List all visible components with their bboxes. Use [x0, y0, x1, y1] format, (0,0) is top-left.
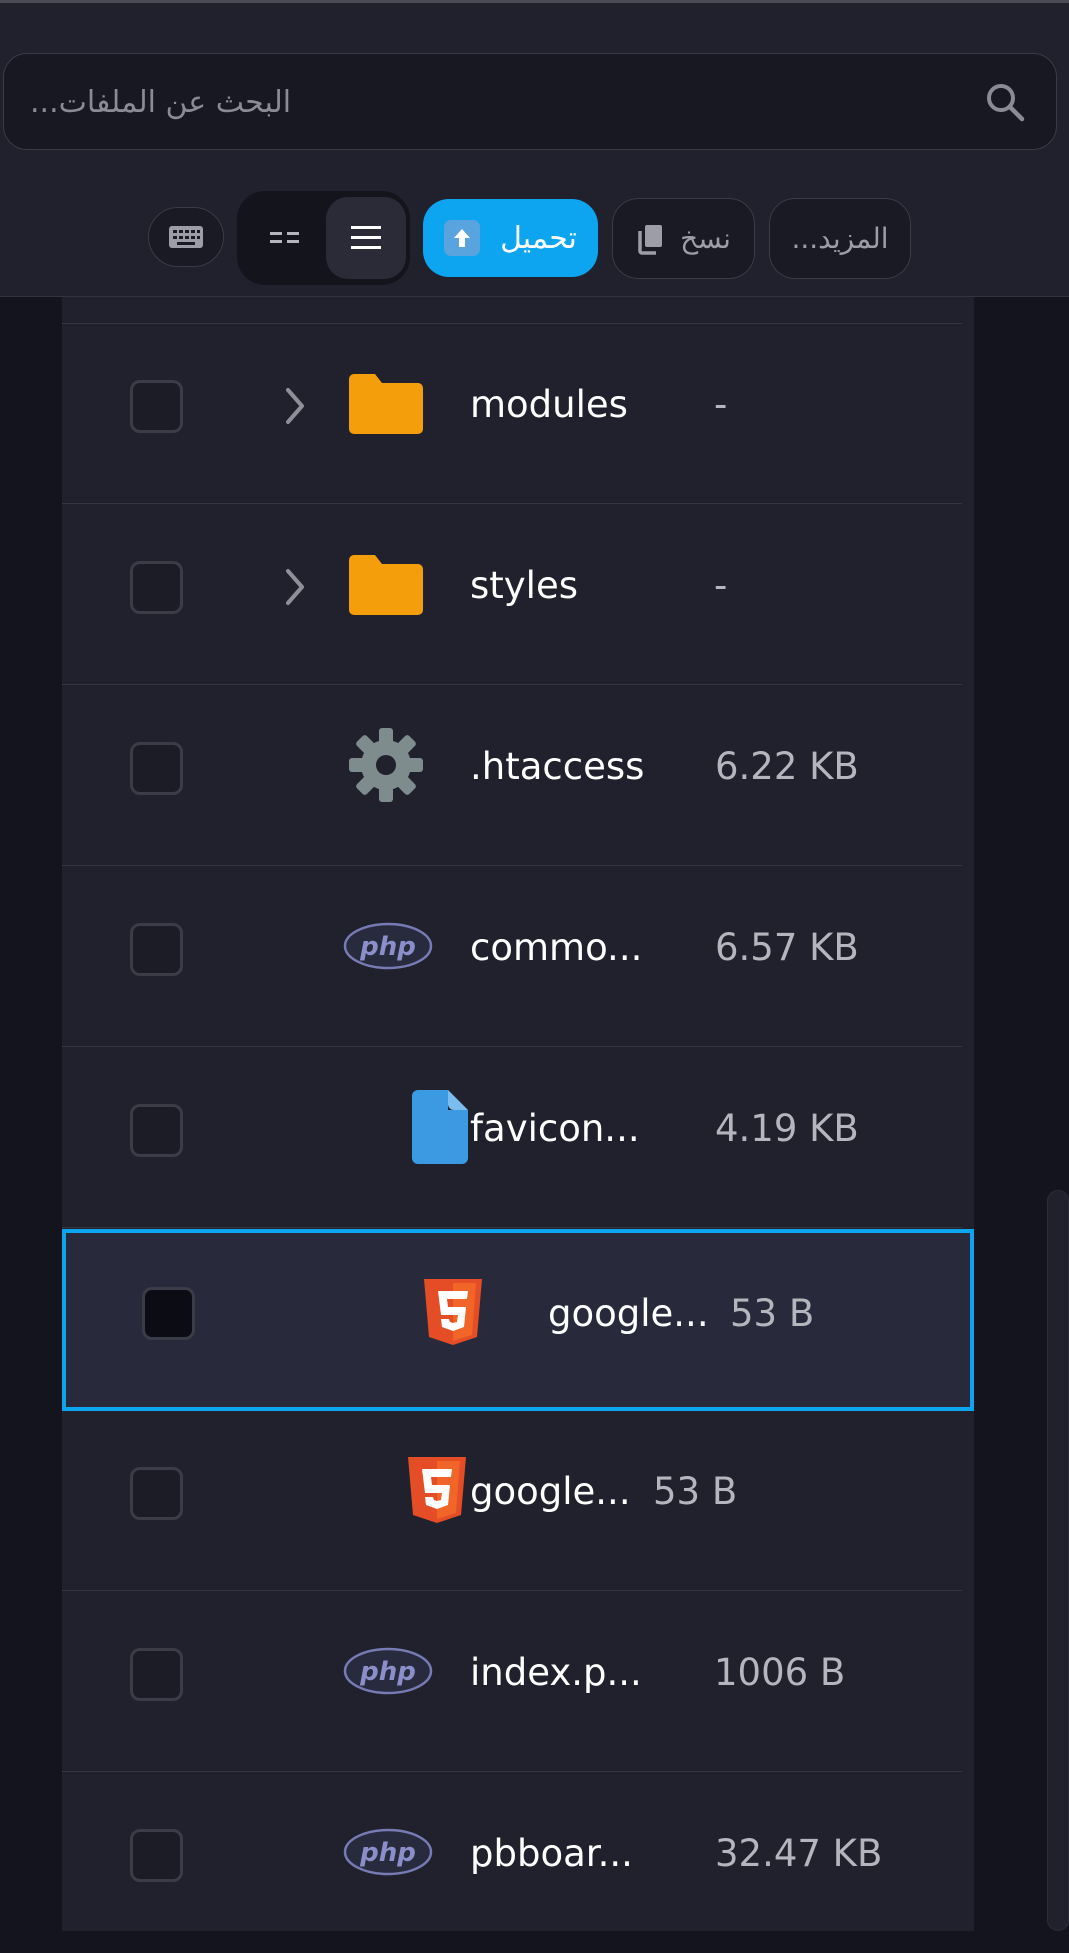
file-row-common-php[interactable]: php commo... 6.57 KB — [62, 867, 962, 1047]
search-bar — [3, 53, 1057, 151]
row-checkbox[interactable] — [130, 742, 183, 795]
file-name: google... — [548, 1292, 709, 1335]
keyboard-icon — [169, 226, 203, 248]
php-icon: php — [343, 1634, 433, 1708]
grid-view-button[interactable] — [245, 197, 325, 279]
row-checkbox[interactable] — [130, 1648, 183, 1701]
search-icon[interactable] — [984, 81, 1026, 123]
html5-icon — [422, 1275, 484, 1349]
row-checkbox[interactable] — [142, 1287, 195, 1340]
copy-button[interactable]: نسخ — [612, 198, 755, 279]
copy-icon — [638, 224, 663, 255]
file-size: 53 B — [653, 1470, 738, 1513]
file-row-modules[interactable]: modules - — [62, 324, 962, 504]
copy-button-label: نسخ — [680, 222, 731, 255]
gear-icon — [349, 728, 423, 802]
file-row-pbboard-php[interactable]: php pbboar... 32.47 KB — [62, 1773, 962, 1953]
chevron-right-icon[interactable] — [280, 565, 310, 609]
file-row-htaccess[interactable]: .htaccess 6.22 KB — [62, 686, 962, 866]
chevron-right-icon[interactable] — [280, 384, 310, 428]
row-checkbox[interactable] — [130, 1104, 183, 1157]
row-checkbox[interactable] — [130, 1467, 183, 1520]
file-name: styles — [470, 564, 579, 607]
search-input[interactable] — [28, 54, 972, 151]
php-icon: php — [343, 1815, 433, 1889]
svg-text:php: php — [359, 1838, 416, 1868]
file-size: 6.57 KB — [715, 926, 859, 969]
svg-text:php: php — [359, 932, 416, 962]
file-name: favicon... — [470, 1107, 640, 1150]
html5-icon — [406, 1453, 468, 1527]
file-size: - — [714, 383, 728, 426]
php-icon: php — [343, 909, 433, 983]
row-checkbox[interactable] — [130, 380, 183, 433]
file-size: 4.19 KB — [715, 1107, 859, 1150]
upload-button[interactable]: تحميل — [423, 199, 598, 277]
file-name: modules — [470, 383, 628, 426]
file-icon — [411, 1090, 469, 1164]
row-checkbox[interactable] — [130, 923, 183, 976]
file-row-index-php[interactable]: php index.p... 1006 B — [62, 1592, 962, 1772]
list-view-button[interactable] — [326, 197, 406, 279]
more-button[interactable]: المزيد... — [769, 198, 911, 279]
toolbar-header: تحميل نسخ المزيد... — [0, 3, 1069, 297]
list-view-icon — [351, 226, 381, 249]
folder-icon — [349, 366, 423, 440]
view-toggle-group — [237, 191, 410, 285]
file-name: google... — [470, 1470, 631, 1513]
more-button-label: المزيد... — [791, 222, 889, 255]
file-size: 1006 B — [714, 1651, 846, 1694]
file-size: 32.47 KB — [715, 1832, 883, 1875]
upload-button-label: تحميل — [500, 220, 577, 256]
scrollbar[interactable] — [1047, 1190, 1069, 1931]
file-row-google[interactable]: google... 53 B — [62, 1411, 962, 1591]
grid-view-icon — [270, 232, 299, 243]
file-name: commo... — [470, 926, 643, 969]
file-size: - — [714, 564, 728, 607]
file-row-styles[interactable]: styles - — [62, 505, 962, 685]
upload-arrow-icon — [444, 220, 481, 256]
file-name: .htaccess — [470, 745, 645, 788]
file-size: 6.22 KB — [715, 745, 859, 788]
folder-icon — [349, 547, 423, 621]
file-size: 53 B — [730, 1292, 815, 1335]
file-name: pbboar... — [470, 1832, 633, 1875]
row-checkbox[interactable] — [130, 1829, 183, 1882]
file-row-google-selected[interactable]: google... 53 B — [62, 1229, 974, 1411]
file-row-favicon[interactable]: favicon... 4.19 KB — [62, 1048, 962, 1228]
svg-text:php: php — [359, 1657, 416, 1687]
row-checkbox[interactable] — [130, 561, 183, 614]
file-name: index.p... — [470, 1651, 642, 1694]
keyboard-button[interactable] — [148, 207, 224, 267]
